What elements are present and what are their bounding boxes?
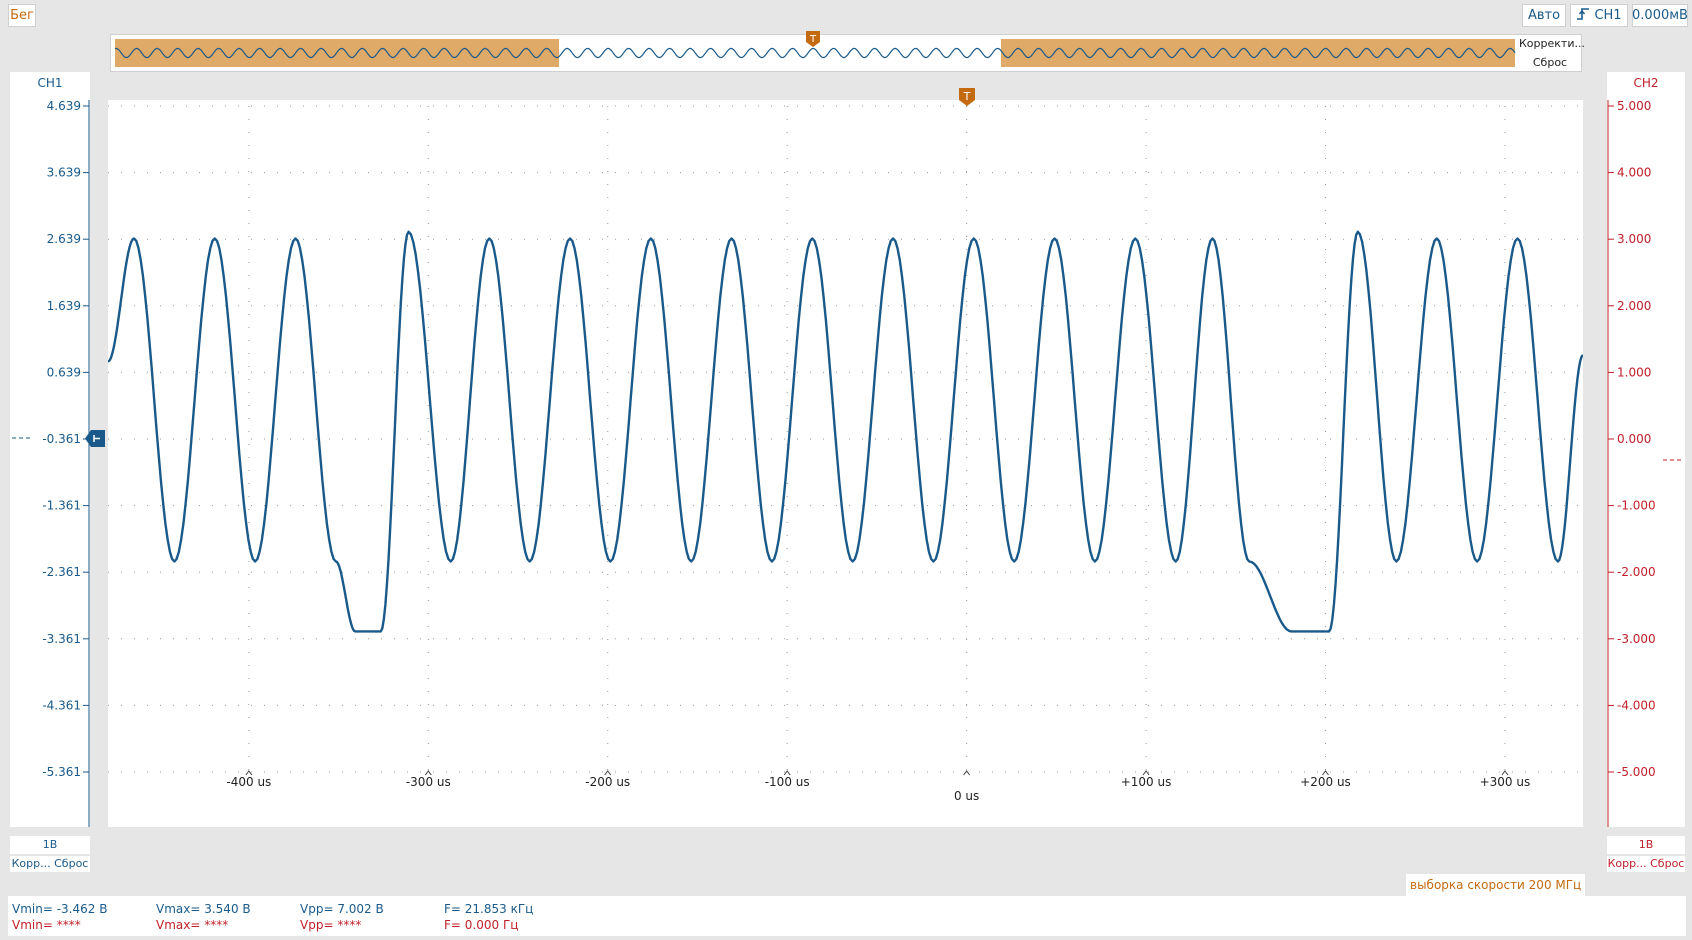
trigger-position-marker[interactable]: T: [959, 88, 975, 110]
trigger-source-button[interactable]: CH1: [1570, 4, 1628, 27]
ch1-scale-label[interactable]: 1В: [10, 836, 90, 854]
run-label: Бег: [10, 8, 34, 23]
x-tick-label: 0 us: [954, 789, 979, 803]
ch2-vpp: Vpp= ****: [300, 918, 362, 932]
ch2-y-tick-label: 4.000: [1617, 166, 1651, 180]
ch2-label[interactable]: CH2: [1607, 72, 1685, 94]
trigger-mode-label: Авто: [1527, 8, 1561, 23]
ch1-y-tick-label: 4.639: [47, 99, 81, 113]
rising-edge-icon: [1576, 7, 1590, 25]
ch1-vpp: Vpp= 7.002 В: [300, 902, 384, 916]
ch2-y-tick-label: -1.000: [1617, 499, 1656, 513]
ch1-y-tick-label: -3.361: [42, 632, 81, 646]
overview-correct-button[interactable]: Корректи...: [1519, 36, 1585, 52]
ch1-ground-marker[interactable]: [85, 430, 105, 451]
ch1-axis-svg: 4.639 3.639 2.639 1.639 0.639 -0.361 -1.361 -2.…: [12, 99, 90, 827]
x-tick-label: +200 us: [1300, 775, 1351, 789]
x-tick-label: +100 us: [1121, 775, 1172, 789]
waveform-overview[interactable]: [110, 34, 1582, 72]
x-tick-label: +300 us: [1480, 775, 1531, 789]
ch2-y-tick-label: 5.000: [1617, 99, 1651, 113]
ch1-vmax: Vmax= 3.540 В: [156, 902, 251, 916]
x-tick-label: -400 us: [226, 775, 271, 789]
ch1-y-tick-label: 0.639: [47, 365, 81, 379]
overview-svg: [114, 39, 1516, 67]
overview-reset-button[interactable]: Сброс: [1519, 55, 1581, 71]
measurements-panel: Vmin= -3.462 В Vmax= 3.540 В Vpp= 7.002 …: [8, 896, 1686, 936]
ch2-correction-controls: Корр... Сброс: [1607, 856, 1685, 872]
plot-svg: -400 us -300 us -200 us -100 us 0 us +100 us +…: [107, 105, 1584, 803]
ch1-axis: 4.639 3.639 2.639 1.639 0.639 -0.361 -1.361 -2.…: [10, 94, 90, 827]
ch1-y-tick-label: -1.361: [42, 499, 81, 513]
ch1-waveform: [107, 230, 1584, 633]
x-tick-label: -300 us: [406, 775, 451, 789]
sample-rate-label: выборка скорости 200 МГц: [1406, 874, 1586, 896]
ch2-y-tick-label: -5.000: [1617, 765, 1656, 779]
ch2-scale-label[interactable]: 1В: [1607, 836, 1685, 854]
overview-right-shade: [1001, 39, 1515, 67]
trigger-mode-button[interactable]: Авто: [1522, 4, 1566, 27]
ch1-y-tick-label: -0.361: [42, 432, 81, 446]
ch2-vmin: Vmin= ****: [12, 918, 81, 932]
ch2-axis: 5.000 4.000 3.000 2.000 1.000 0.000 -1.000 -2.0…: [1607, 94, 1685, 827]
ch1-y-tick-label: -5.361: [42, 765, 81, 779]
trigger-level-button[interactable]: 0.000мВ: [1632, 4, 1688, 27]
ch1-correct-button[interactable]: Корр...: [12, 857, 51, 870]
ch2-y-tick-label: 0.000: [1617, 432, 1651, 446]
ch2-frequency: F= 0.000 Гц: [444, 918, 519, 932]
ch2-vmax: Vmax= ****: [156, 918, 229, 932]
ch2-y-tick-label: 3.000: [1617, 232, 1651, 246]
overview-trigger-marker-text: T: [809, 34, 817, 45]
ch1-correction-controls: Корр... Сброс: [10, 856, 90, 872]
ch1-y-tick-label: -4.361: [42, 698, 81, 712]
ch2-y-tick-label: 1.000: [1617, 365, 1651, 379]
ch2-correct-button[interactable]: Корр...: [1608, 857, 1647, 870]
ch2-y-tick-label: -3.000: [1617, 632, 1656, 646]
trigger-level-label: 0.000мВ: [1632, 8, 1688, 23]
trigger-source-label: CH1: [1594, 8, 1622, 23]
overview-trigger-marker[interactable]: T: [806, 31, 820, 51]
ch1-y-tick-label: 1.639: [47, 299, 81, 313]
ch2-y-tick-label: -4.000: [1617, 698, 1656, 712]
ch1-vmin: Vmin= -3.462 В: [12, 902, 108, 916]
x-tick-label: -200 us: [585, 775, 630, 789]
ch2-axis-svg: 5.000 4.000 3.000 2.000 1.000 0.000 -1.000 -2.0…: [1607, 99, 1683, 827]
ch1-label[interactable]: CH1: [10, 72, 90, 94]
ch1-y-tick-label: 3.639: [47, 166, 81, 180]
ch2-y-tick-label: 2.000: [1617, 299, 1651, 313]
ch2-reset-button[interactable]: Сброс: [1650, 857, 1684, 870]
ch1-y-tick-label: -2.361: [42, 565, 81, 579]
ch2-y-tick-label: -2.000: [1617, 565, 1656, 579]
x-tick-label: -100 us: [765, 775, 810, 789]
x-tick-mark: [963, 770, 971, 776]
trigger-position-marker-text: T: [963, 90, 971, 103]
oscilloscope-plot[interactable]: -400 us -300 us -200 us -100 us 0 us +100 us +…: [107, 100, 1584, 827]
ch1-frequency: F= 21.853 кГц: [444, 902, 534, 916]
run-button[interactable]: Бег: [8, 4, 36, 27]
ch1-y-tick-label: 2.639: [47, 232, 81, 246]
ch1-reset-button[interactable]: Сброс: [54, 857, 88, 870]
